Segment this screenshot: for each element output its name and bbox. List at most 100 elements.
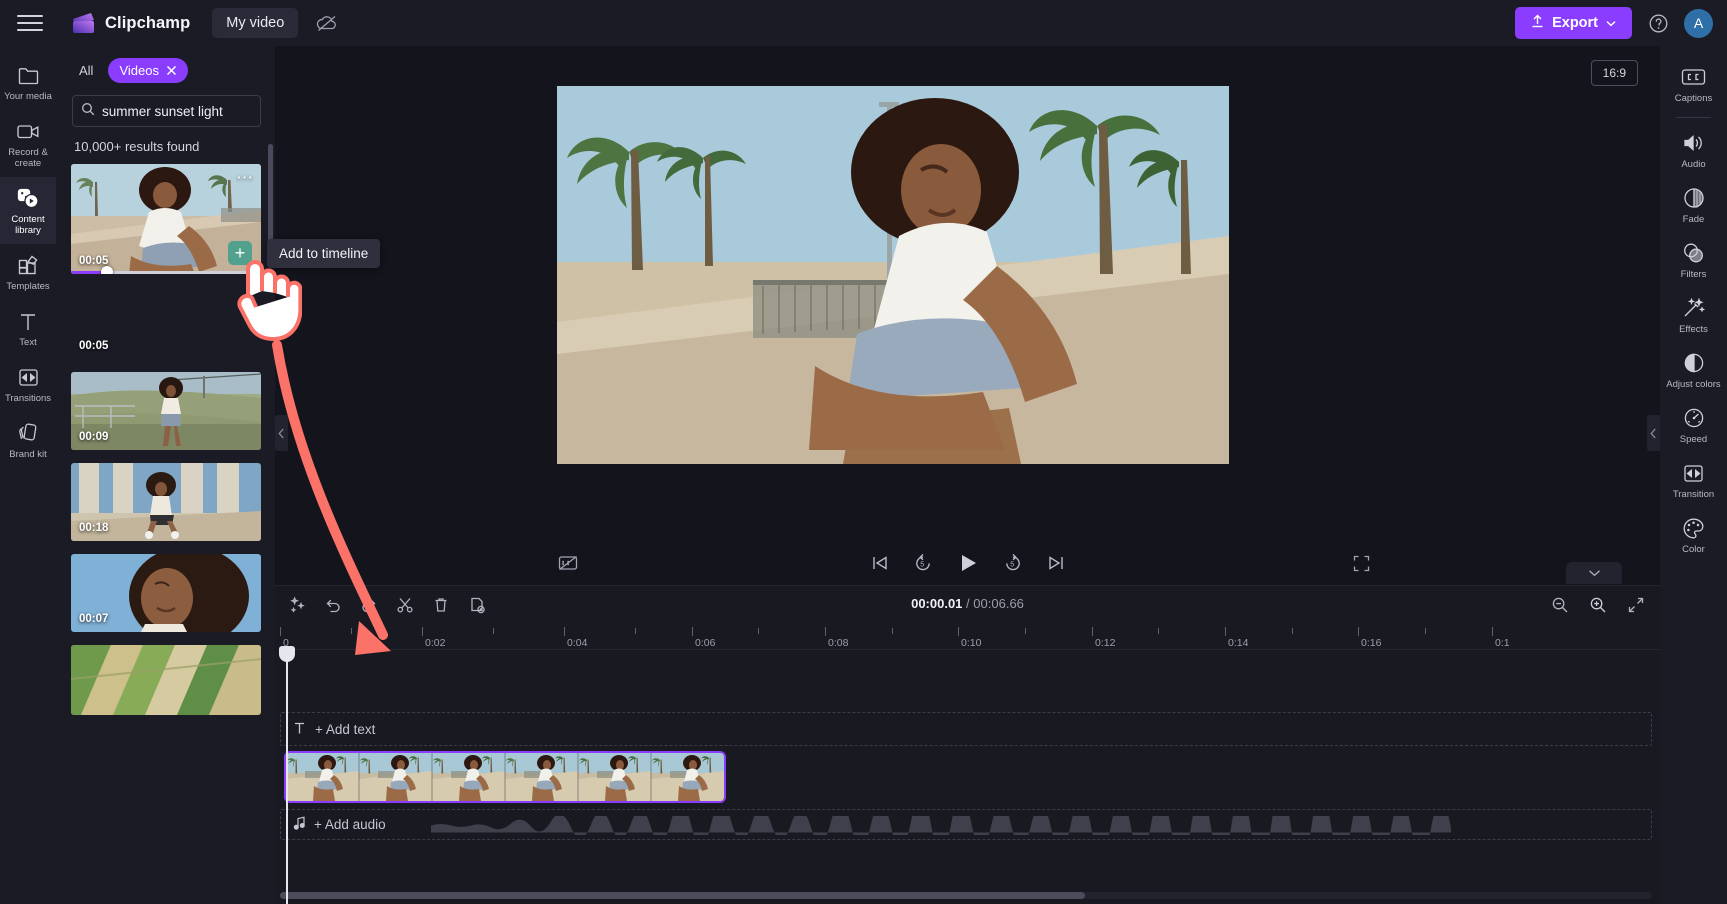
list-item[interactable] xyxy=(71,645,261,715)
skip-to-end-icon[interactable] xyxy=(1047,554,1065,572)
sidebar-item-templates[interactable]: Templates xyxy=(0,244,56,300)
sidebar-item-brand-kit[interactable]: Brand kit xyxy=(0,412,56,468)
export-button[interactable]: Export xyxy=(1515,7,1632,39)
left-nav-rail: Your media Record & create Content libra… xyxy=(0,46,56,904)
chevron-down-icon xyxy=(1606,15,1616,31)
forward-5-icon[interactable]: 5 xyxy=(1003,553,1023,573)
item-duration: 00:05 xyxy=(79,255,109,267)
brand-name: Clipchamp xyxy=(105,13,191,32)
audio-waveform xyxy=(431,816,1451,835)
preview-stage: 16:9 xyxy=(275,46,1660,541)
content-library-icon xyxy=(2,186,54,210)
list-item[interactable]: 00:18 xyxy=(71,463,261,541)
rail-label: Color xyxy=(1682,544,1705,555)
rail-label: Transition xyxy=(1672,489,1715,500)
aspect-ratio-badge[interactable]: 16:9 xyxy=(1590,60,1638,86)
add-text-track[interactable]: + Add text xyxy=(280,712,1652,746)
collapse-properties-button[interactable] xyxy=(1647,415,1660,451)
sidebar-label: Brand kit xyxy=(9,449,47,460)
svg-text:5: 5 xyxy=(920,561,924,568)
player-controls: 5 5 xyxy=(275,541,1660,585)
filter-chips: All Videos xyxy=(56,46,275,89)
rail-label: Speed xyxy=(1679,434,1708,445)
rail-label: Adjust colors xyxy=(1666,379,1721,390)
rail-item-fade[interactable]: Fade xyxy=(1660,177,1727,232)
more-horizontal-icon[interactable]: ⋯ xyxy=(236,168,254,188)
sidebar-item-text[interactable]: Text xyxy=(0,300,56,356)
help-circle-icon[interactable] xyxy=(1645,10,1671,36)
list-item[interactable]: 00:07 xyxy=(71,554,261,632)
cloud-off-icon[interactable] xyxy=(314,10,340,36)
content-library-panel: All Videos 10,000+ results found xyxy=(56,46,275,904)
timeline-toolbar: 00:00.01 / 00:06.66 xyxy=(275,586,1660,624)
rail-item-adjust-colors[interactable]: Adjust colors xyxy=(1660,342,1727,397)
play-icon[interactable] xyxy=(957,552,979,574)
sidebar-item-transitions[interactable]: Transitions xyxy=(0,356,56,412)
panel-scrollbar[interactable] xyxy=(268,144,273,252)
timeline-ruler[interactable]: 0 0:02 0:04 0:06 0:08 0:10 0:12 0:14 0:1… xyxy=(280,624,1660,650)
svg-text:5: 5 xyxy=(1010,561,1014,568)
rail-item-captions[interactable]: Captions xyxy=(1660,56,1727,111)
ruler-label: 0:14 xyxy=(1228,637,1249,649)
search-input[interactable] xyxy=(102,103,275,119)
avatar[interactable]: A xyxy=(1684,8,1713,38)
collapse-panel-button[interactable] xyxy=(275,415,288,451)
timeline-scrollbar[interactable] xyxy=(280,892,1085,899)
sidebar-item-record-create[interactable]: Record & create xyxy=(0,110,56,177)
rail-label: Filters xyxy=(1680,269,1707,280)
rail-item-effects[interactable]: Effects xyxy=(1660,287,1727,342)
item-duration: 00:05 xyxy=(79,340,109,352)
zoom-in-icon[interactable] xyxy=(1584,591,1612,619)
hamburger-icon[interactable] xyxy=(17,13,43,33)
video-clip[interactable] xyxy=(284,751,726,803)
rail-item-transition[interactable]: Transition xyxy=(1660,452,1727,507)
sidebar-label: Record & create xyxy=(8,147,48,169)
rail-item-filters[interactable]: Filters xyxy=(1660,232,1727,287)
sidebar-label: Transitions xyxy=(4,393,52,404)
chip-all[interactable]: All xyxy=(76,58,96,83)
music-note-icon xyxy=(293,816,306,833)
rail-divider xyxy=(1676,117,1711,118)
text-icon xyxy=(293,721,306,738)
item-duration: 00:18 xyxy=(79,522,109,534)
playhead[interactable] xyxy=(279,646,295,904)
text-icon xyxy=(2,309,54,333)
close-icon[interactable] xyxy=(166,64,177,78)
rail-item-audio[interactable]: Audio xyxy=(1660,122,1727,177)
video-camera-icon xyxy=(2,119,54,143)
adjust-colors-icon xyxy=(1662,351,1725,375)
total-time: 00:06.66 xyxy=(973,596,1024,611)
rail-label: Audio xyxy=(1681,159,1706,170)
rail-label: Fade xyxy=(1682,214,1705,225)
search-icon xyxy=(81,102,95,121)
add-audio-track[interactable]: + Add audio xyxy=(280,809,1652,840)
timeline-zoom-controls xyxy=(1546,591,1650,619)
rewind-5-icon[interactable]: 5 xyxy=(913,553,933,573)
rail-item-speed[interactable]: Speed xyxy=(1660,397,1727,452)
rail-item-color[interactable]: Color xyxy=(1660,507,1727,562)
sidebar-item-content-library[interactable]: Content library xyxy=(0,177,56,244)
fullscreen-icon[interactable] xyxy=(1353,555,1370,572)
sidebar-label: Templates xyxy=(6,281,50,292)
sidebar-label: Text xyxy=(19,337,37,348)
item-duration: 00:09 xyxy=(79,431,109,443)
ruler-label: 0:08 xyxy=(828,637,849,649)
sidebar-item-your-media[interactable]: Your media xyxy=(0,54,56,110)
ruler-label: 0:1 xyxy=(1495,637,1510,649)
playhead-handle[interactable] xyxy=(279,646,295,662)
ruler-label: 0:02 xyxy=(425,637,446,649)
speaker-icon xyxy=(1662,131,1725,155)
brand-kit-icon xyxy=(2,421,54,445)
project-title[interactable]: My video xyxy=(212,8,299,38)
effects-wand-icon xyxy=(1662,296,1725,320)
timeline-collapse-chevron[interactable] xyxy=(1566,562,1622,584)
brand-logo-group[interactable]: Clipchamp xyxy=(71,12,190,35)
search-box[interactable] xyxy=(72,95,275,127)
chip-videos[interactable]: Videos xyxy=(108,58,188,83)
fit-to-screen-icon[interactable] xyxy=(1622,591,1650,619)
header-actions: Export A xyxy=(1515,0,1713,46)
zoom-out-icon[interactable] xyxy=(1546,591,1574,619)
video-preview[interactable] xyxy=(557,86,1229,464)
list-item[interactable]: 00:09 xyxy=(71,372,261,450)
skip-to-start-icon[interactable] xyxy=(871,554,889,572)
